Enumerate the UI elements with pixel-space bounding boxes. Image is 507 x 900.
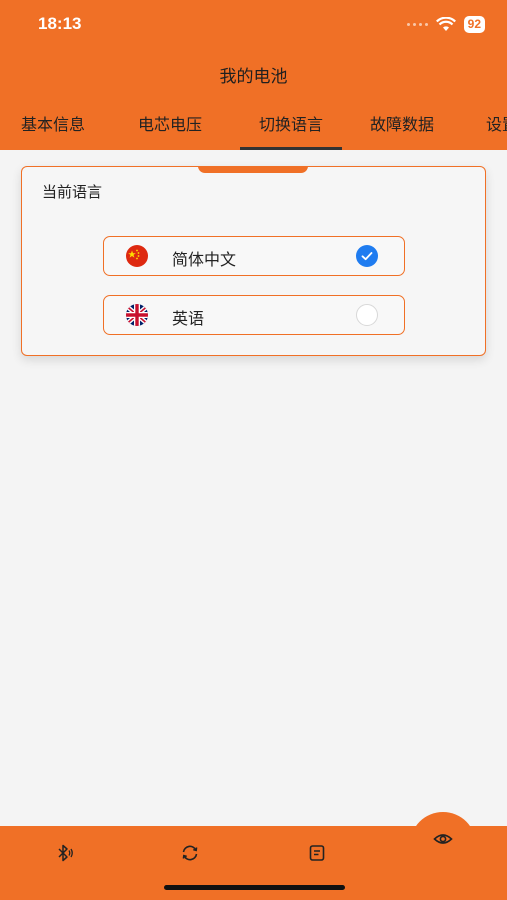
battery-level: 92 xyxy=(463,15,485,33)
status-time: 18:13 xyxy=(38,14,82,33)
tab-bar: 基本信息 电芯电压 切换语言 故障数据 设置 xyxy=(0,112,507,150)
page-title: 我的电池 xyxy=(219,67,288,87)
nav-bluetooth-button[interactable] xyxy=(51,840,77,866)
tab-basic-info[interactable]: 基本信息 xyxy=(21,112,85,150)
tab-settings[interactable]: 设置 xyxy=(486,112,507,150)
home-indicator xyxy=(164,885,345,890)
card-title: 当前语言 xyxy=(42,183,103,201)
nav-records-button[interactable] xyxy=(304,840,330,866)
language-label: 英语 xyxy=(172,309,205,328)
radio-checked-icon[interactable] xyxy=(356,245,378,267)
tab-switch-language[interactable]: 切换语言 xyxy=(240,112,342,150)
top-app-bar: 18:13 92 我的电池 基本信息 电芯电压 切换语言 故障数据 设置 xyxy=(0,0,507,150)
status-indicators: 92 xyxy=(406,14,485,34)
bluetooth-icon xyxy=(58,844,73,862)
cellular-signal-icon xyxy=(406,22,428,26)
radio-unchecked-icon[interactable] xyxy=(356,304,378,326)
card-notch xyxy=(198,166,308,173)
tab-fault-data[interactable]: 故障数据 xyxy=(370,112,434,150)
nav-refresh-button[interactable] xyxy=(177,840,203,866)
language-option-chinese[interactable]: 简体中文 xyxy=(103,236,405,276)
nav-view-button[interactable] xyxy=(430,826,456,852)
language-label: 简体中文 xyxy=(172,250,237,269)
document-icon xyxy=(309,845,325,861)
uk-flag-icon xyxy=(126,304,148,326)
refresh-icon xyxy=(182,845,198,861)
tab-cell-voltage[interactable]: 电芯电压 xyxy=(138,112,202,150)
language-card: 当前语言 简体中文 英语 xyxy=(21,166,486,356)
language-option-english[interactable]: 英语 xyxy=(103,295,405,335)
eye-icon xyxy=(433,834,453,844)
china-flag-icon xyxy=(126,245,148,267)
wifi-icon xyxy=(435,16,456,31)
